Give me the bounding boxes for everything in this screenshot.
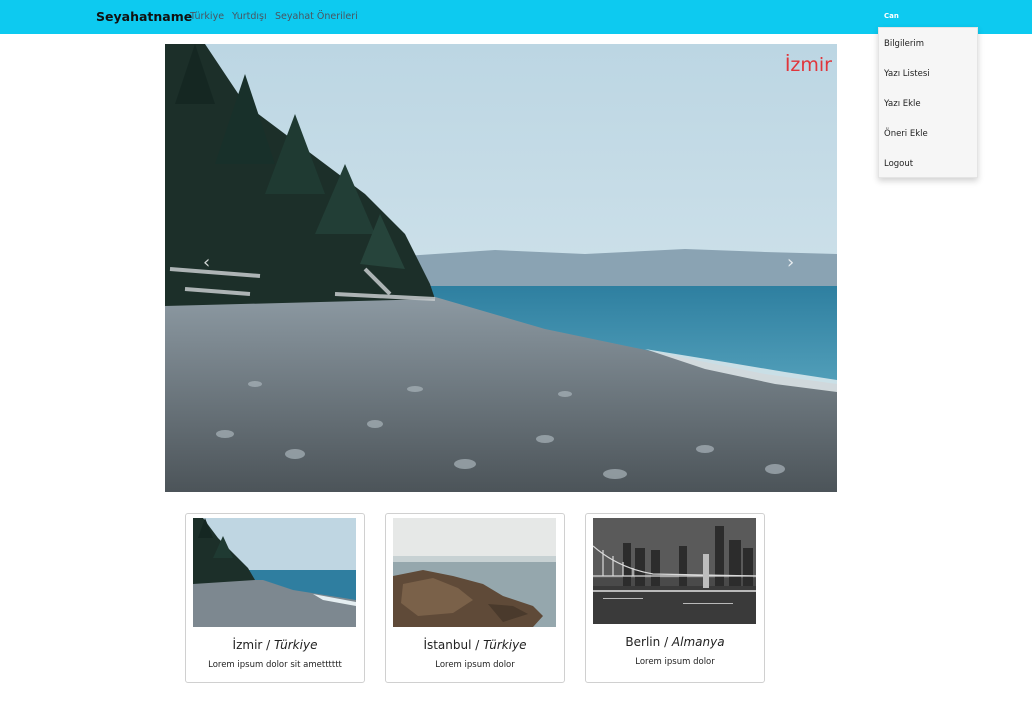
card-image-istanbul (393, 518, 556, 627)
card-city: İzmir (232, 638, 263, 652)
card-text-istanbul: Lorem ipsum dolor (435, 660, 515, 670)
card-image-izmir (193, 518, 356, 627)
nav-link-seyahat-onerileri[interactable]: Seyahat Önerileri (275, 11, 358, 22)
card-title-berlin: Berlin / Almanya (625, 635, 725, 649)
nav-link-yurtdisi[interactable]: Yurtdışı (232, 11, 267, 22)
card-country: Türkiye (483, 638, 527, 652)
card-image-berlin (593, 518, 756, 624)
brand-link[interactable]: Seyahatname (96, 9, 192, 24)
card-city: Berlin (625, 635, 661, 649)
destination-card-izmir[interactable]: İzmir / Türkiye Lorem ipsum dolor sit am… (185, 513, 365, 683)
menu-item-yazi-listesi[interactable]: Yazı Listesi (884, 69, 930, 79)
card-text-berlin: Lorem ipsum dolor (635, 657, 715, 667)
card-country: Almanya (671, 635, 725, 649)
destination-card-istanbul[interactable]: İstanbul / Türkiye Lorem ipsum dolor (385, 513, 565, 683)
hero-carousel: İzmir ‹ › (165, 44, 837, 492)
user-dropdown-menu: Bilgilerim Yazı Listesi Yazı Ekle Öneri … (878, 27, 978, 178)
user-menu-toggle[interactable]: Can (884, 12, 899, 20)
card-text-izmir: Lorem ipsum dolor sit ametttttt (208, 660, 342, 670)
card-title-izmir: İzmir / Türkiye (232, 638, 318, 652)
card-country: Türkiye (274, 638, 318, 652)
card-title-istanbul: İstanbul / Türkiye (423, 638, 527, 652)
menu-item-oneri-ekle[interactable]: Öneri Ekle (884, 129, 928, 139)
menu-item-yazi-ekle[interactable]: Yazı Ekle (884, 99, 921, 109)
menu-item-bilgilerim[interactable]: Bilgilerim (884, 39, 924, 49)
hero-beach-image (165, 44, 837, 492)
chevron-left-icon[interactable]: ‹ (203, 252, 210, 273)
hero-caption: İzmir (784, 54, 832, 76)
destination-card-berlin[interactable]: Berlin / Almanya Lorem ipsum dolor (585, 513, 765, 683)
menu-item-logout[interactable]: Logout (884, 159, 913, 169)
chevron-right-icon[interactable]: › (787, 252, 794, 273)
nav-link-turkiye[interactable]: Türkiye (190, 11, 224, 22)
card-city: İstanbul (423, 638, 472, 652)
